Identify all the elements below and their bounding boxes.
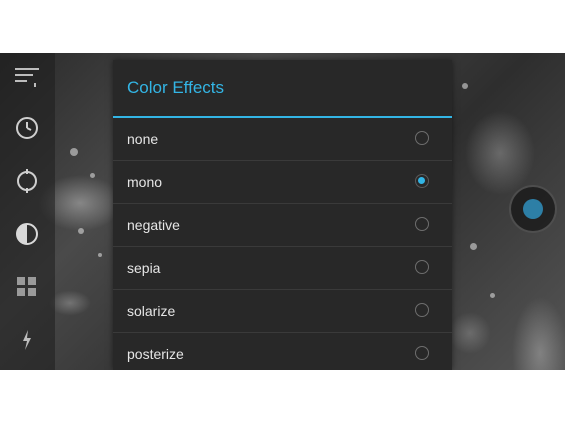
flash-icon[interactable]	[12, 325, 42, 355]
camera-viewfinder: Color Effects none mono negative sepia solar…	[0, 53, 565, 370]
option-label: sepia	[127, 260, 161, 276]
radio-unselected-icon[interactable]	[415, 131, 429, 145]
option-label: mono	[127, 174, 163, 190]
grid-icon[interactable]	[12, 272, 42, 302]
radio-selected-icon[interactable]	[415, 174, 429, 188]
option-label: posterize	[127, 346, 184, 362]
timer-icon[interactable]	[12, 113, 42, 143]
viewfinder-speck	[470, 243, 477, 250]
option-sepia[interactable]: sepia	[113, 247, 452, 290]
option-label: none	[127, 131, 159, 147]
option-label: solarize	[127, 303, 176, 319]
left-control-rail	[0, 53, 55, 370]
option-negative[interactable]: negative	[113, 204, 452, 247]
radio-unselected-icon[interactable]	[415, 346, 429, 360]
option-posterize[interactable]: posterize	[113, 333, 452, 370]
app-frame: Color Effects none mono negative sepia solar…	[0, 0, 565, 424]
viewfinder-speck	[78, 228, 84, 234]
dialog-title: Color Effects	[127, 78, 225, 97]
radio-unselected-icon[interactable]	[415, 303, 429, 317]
option-label: negative	[127, 217, 180, 233]
focus-icon[interactable]	[12, 166, 42, 196]
viewfinder-speck	[490, 293, 495, 298]
radio-unselected-icon[interactable]	[415, 260, 429, 274]
color-effect-options: none mono negative sepia solarize posterize	[113, 118, 452, 370]
option-solarize[interactable]: solarize	[113, 290, 452, 333]
viewfinder-speck	[90, 173, 95, 178]
menu-icon[interactable]	[12, 61, 42, 91]
shutter-button[interactable]	[509, 185, 557, 233]
viewfinder-speck	[70, 148, 78, 156]
option-mono[interactable]: mono	[113, 161, 452, 204]
viewfinder-speck	[462, 83, 468, 89]
contrast-icon[interactable]	[12, 219, 42, 249]
radio-unselected-icon[interactable]	[415, 217, 429, 231]
shutter-icon	[523, 199, 543, 219]
option-none[interactable]: none	[113, 118, 452, 161]
viewfinder-speck	[98, 253, 102, 257]
color-effects-dialog: Color Effects none mono negative sepia solar…	[113, 60, 452, 370]
